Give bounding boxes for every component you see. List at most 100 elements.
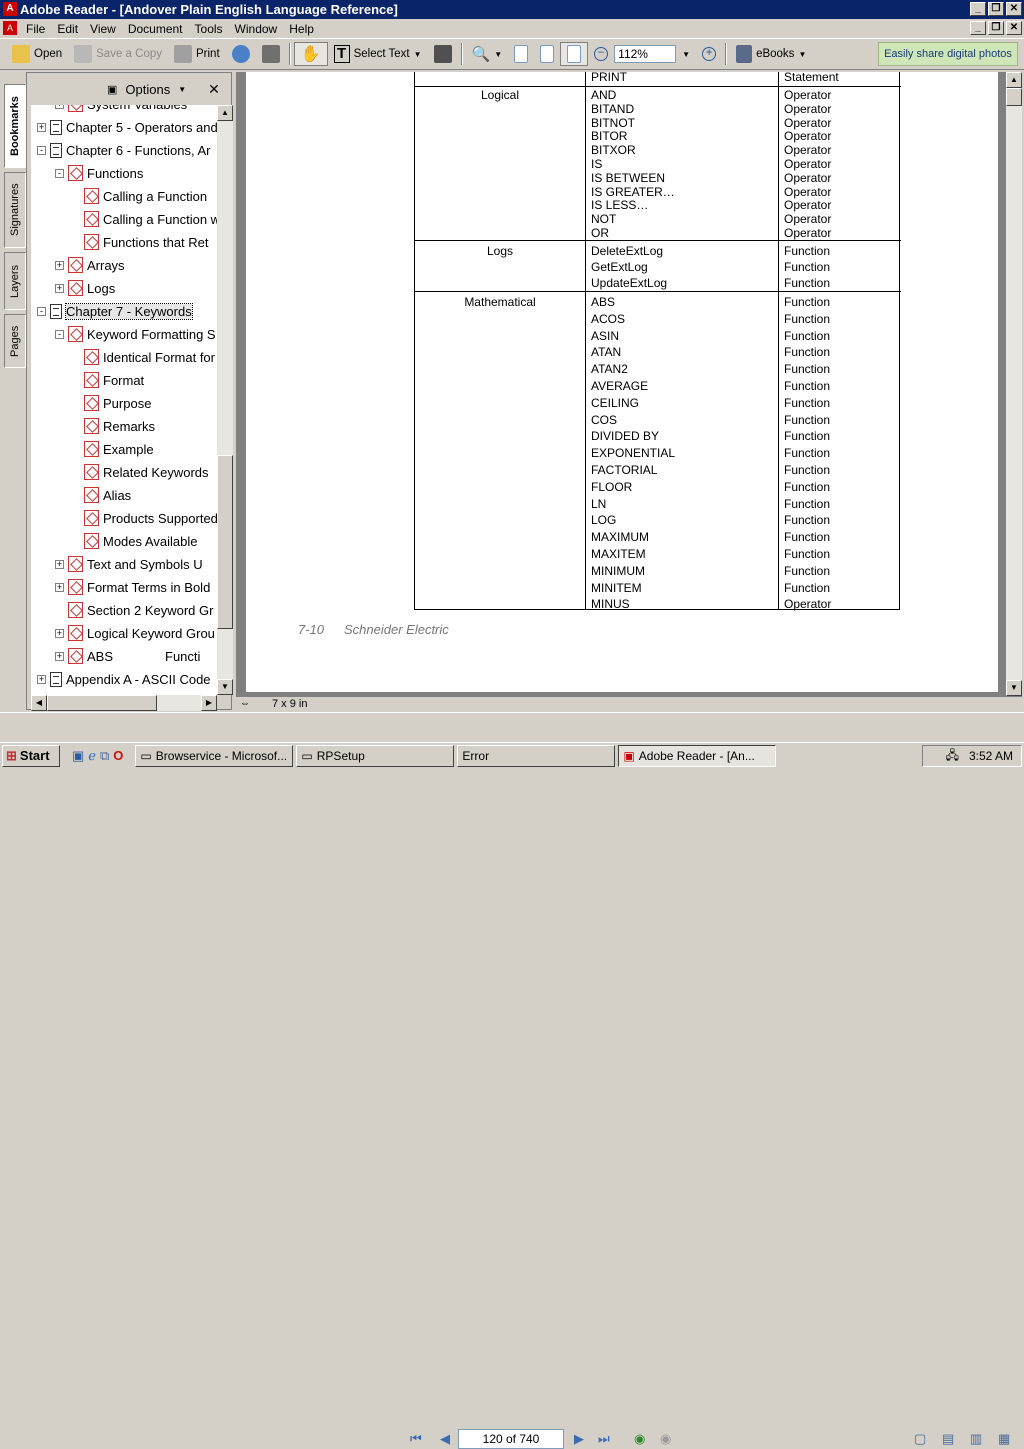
bookmark-item[interactable]: + System Variables (55, 105, 187, 114)
expand-icon[interactable]: + (55, 105, 64, 109)
start-button[interactable]: ⊞ Start (2, 744, 60, 767)
split-handle-icon[interactable]: ⇔ (240, 698, 250, 709)
collapse-icon[interactable]: - (55, 329, 64, 339)
menu-tools[interactable]: Tools (189, 22, 229, 36)
snapshot-button[interactable] (428, 42, 458, 66)
scroll-up-icon[interactable]: ▲ (217, 105, 233, 121)
task-rpsetup[interactable]: ▭ RPSetup (296, 744, 455, 767)
show-desktop-icon[interactable]: ▣ (72, 748, 84, 764)
bookmark-item[interactable]: Format (71, 370, 144, 390)
zoom-dropdown[interactable]: ▼ (676, 42, 696, 66)
panel-horizontal-scrollbar[interactable]: ◀ ▶ (31, 695, 217, 711)
first-page-icon[interactable]: ⏮ (410, 1431, 422, 1447)
page-number-input[interactable]: 120 of 740 (458, 1429, 564, 1449)
doc-close-button[interactable]: ✕ (1006, 21, 1022, 35)
bookmark-item[interactable]: + Chapter 5 - Operators and (37, 117, 217, 137)
forward-view-icon[interactable]: ◉ (660, 1431, 671, 1447)
options-menu[interactable]: Options (125, 82, 170, 97)
scroll-thumb[interactable] (217, 455, 233, 629)
zoom-tool-button[interactable]: 🔍 ▼ (466, 42, 509, 66)
scroll-left-icon[interactable]: ◀ (31, 695, 47, 711)
bookmark-item[interactable]: + Logical Keyword Grou (55, 623, 215, 643)
bookmark-item[interactable]: Example (71, 439, 154, 459)
previous-page-icon[interactable]: ◀ (440, 1431, 450, 1447)
zoom-in-button[interactable]: + (696, 42, 722, 66)
tab-bookmarks[interactable]: Bookmarks (4, 84, 26, 168)
menu-file[interactable]: File (20, 22, 51, 36)
expand-icon[interactable]: + (55, 651, 64, 661)
zoom-input[interactable]: 112% (614, 45, 677, 63)
tray-icon[interactable]: 🖧 (946, 746, 959, 767)
menu-view[interactable]: View (84, 22, 122, 36)
menu-edit[interactable]: Edit (51, 22, 84, 36)
collapse-icon[interactable]: - (55, 168, 64, 178)
menu-help[interactable]: Help (283, 22, 320, 36)
expand-icon[interactable]: + (55, 559, 64, 569)
bookmark-item[interactable]: Calling a Function w (71, 209, 217, 229)
network-icon[interactable]: ⧉ (100, 748, 109, 764)
print-button[interactable]: Print (168, 42, 226, 66)
expand-icon[interactable]: + (37, 674, 46, 684)
tab-pages[interactable]: Pages (4, 314, 26, 368)
tab-signatures[interactable]: Signatures (4, 172, 26, 248)
bookmark-item[interactable]: Identical Format for (71, 347, 215, 367)
internet-explorer-icon[interactable]: ℯ (88, 748, 96, 764)
bookmark-item[interactable]: - Functions (55, 163, 143, 183)
back-view-icon[interactable]: ◉ (634, 1431, 645, 1447)
bookmark-item[interactable]: Purpose (71, 393, 151, 413)
doc-minimize-button[interactable]: _ (970, 21, 986, 35)
continuous-facing-layout-icon[interactable]: ▦ (998, 1431, 1010, 1447)
tab-layers[interactable]: Layers (4, 252, 26, 310)
ad-banner[interactable]: Easily share digital photos (878, 42, 1018, 66)
bookmark-item[interactable]: Functions that Ret (71, 232, 209, 252)
doc-restore-button[interactable]: ❐ (988, 21, 1004, 35)
bookmark-item[interactable]: Calling a Function (71, 186, 207, 206)
expand-icon[interactable]: + (55, 582, 64, 592)
expand-icon[interactable]: + (37, 122, 46, 132)
bookmark-item[interactable]: + Logs (55, 278, 115, 298)
bookmark-item[interactable]: Related Keywords (71, 462, 209, 482)
bookmark-item[interactable]: + Format Terms in Bold (55, 577, 210, 597)
minimize-button[interactable]: _ (970, 2, 986, 16)
select-text-button[interactable]: T Select Text ▼ (328, 42, 428, 66)
bookmark-item[interactable]: - Keyword Formatting S (55, 324, 216, 344)
scroll-up-icon[interactable]: ▲ (1006, 72, 1022, 88)
menu-window[interactable]: Window (229, 22, 284, 36)
bookmark-item[interactable]: + Appendix A - ASCII Code (37, 669, 211, 689)
bookmark-item[interactable]: Section 2 Keyword Gr (55, 600, 213, 620)
document-vertical-scrollbar[interactable]: ▲ ▼ (1006, 72, 1022, 696)
email-button[interactable] (226, 42, 256, 66)
fit-width-button[interactable] (560, 42, 589, 66)
scroll-down-icon[interactable]: ▼ (217, 679, 233, 695)
task-error[interactable]: Error (457, 744, 616, 767)
menu-document[interactable]: Document (122, 22, 189, 36)
last-page-icon[interactable]: ⏭ (598, 1431, 610, 1447)
expand-icon[interactable]: + (55, 283, 64, 293)
close-panel-icon[interactable]: ✕ (208, 81, 220, 98)
bookmark-item[interactable]: - Chapter 7 - Keywords (37, 301, 193, 321)
ebooks-button[interactable]: eBooks ▼ (730, 42, 812, 66)
bookmark-item[interactable]: Remarks (71, 416, 155, 436)
bookmark-item[interactable]: Products Supported (71, 508, 217, 528)
next-page-icon[interactable]: ▶ (574, 1431, 584, 1447)
hand-tool-button[interactable]: ✋ (293, 42, 328, 66)
open-button[interactable]: Open (6, 42, 68, 66)
scroll-thumb[interactable] (1006, 88, 1022, 106)
expand-icon[interactable]: + (55, 628, 64, 638)
bookmark-item[interactable]: + Text and Symbols U (55, 554, 203, 574)
actual-size-button[interactable] (508, 42, 534, 66)
scroll-down-icon[interactable]: ▼ (1006, 680, 1022, 696)
single-page-layout-icon[interactable]: ▢ (914, 1431, 926, 1447)
task-adobe-reader[interactable]: ▣ Adobe Reader - [An... (618, 744, 777, 767)
task-browservice[interactable]: ▭ Browservice - Microsof... (135, 744, 294, 767)
bookmark-item[interactable]: + ABS Functi (55, 646, 200, 666)
document-viewport[interactable]: PRINT Statement Logical AND Operator BITAND Op… (236, 70, 1006, 696)
search-button[interactable] (256, 42, 286, 66)
bookmark-item[interactable]: - Chapter 6 - Functions, Ar (37, 140, 211, 160)
restore-button[interactable]: ❐ (988, 2, 1004, 16)
scroll-thumb[interactable] (47, 695, 157, 711)
bookmark-item[interactable]: + Arrays (55, 255, 125, 275)
bookmark-item[interactable]: Modes Available (71, 531, 197, 551)
bookmark-item[interactable]: Alias (71, 485, 131, 505)
expand-icon[interactable]: + (55, 260, 64, 270)
